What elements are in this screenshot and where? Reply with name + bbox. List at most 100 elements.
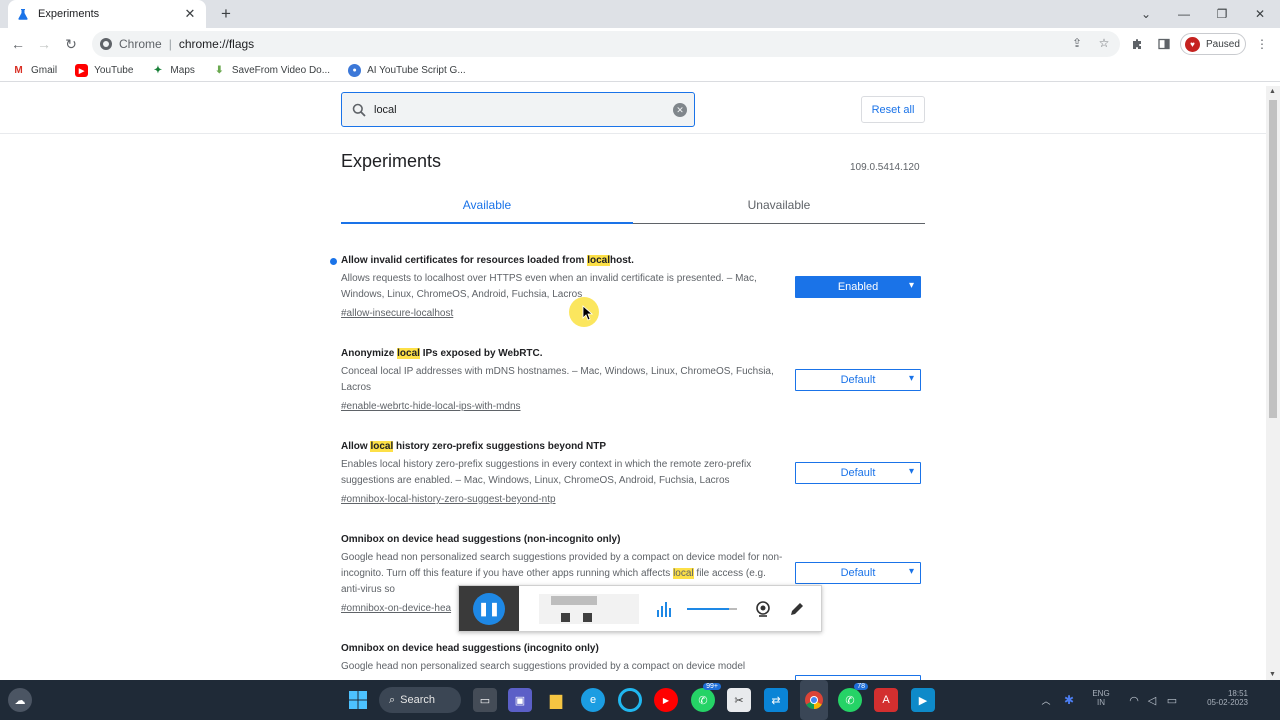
browser-toolbar: ← → ↻ Chrome | chrome://flags ⇪ ☆ ♥ Paus…	[0, 28, 1280, 60]
app-icon[interactable]: ⇄	[764, 688, 788, 712]
acrobat-icon[interactable]: A	[874, 688, 898, 712]
tab-search-icon[interactable]: ⌄	[1127, 0, 1165, 28]
omnibox-url: chrome://flags	[178, 37, 255, 51]
chevron-down-icon: ▾	[908, 373, 914, 384]
ai-script-icon: ●	[348, 64, 362, 77]
experiment-name: Anonymize local IPs exposed by WebRTC.	[341, 347, 925, 361]
restore-button[interactable]: ❐	[1203, 0, 1241, 28]
gmail-icon: M	[14, 65, 23, 76]
tab-unavailable[interactable]: Unavailable	[633, 194, 925, 224]
bookmark-ai-script[interactable]: ● AI YouTube Script G...	[348, 64, 466, 77]
close-tab-icon[interactable]: ✕	[182, 6, 198, 22]
battery-icon[interactable]: ▭	[1160, 688, 1184, 712]
pause-icon[interactable]: ❚❚	[473, 592, 505, 625]
experiment-description: Allows requests to localhost over HTTPS …	[341, 271, 786, 303]
chrome-site-icon	[100, 38, 112, 50]
pencil-icon[interactable]	[786, 598, 808, 620]
experiment-permalink[interactable]: #omnibox-local-history-zero-suggest-beyo…	[341, 494, 556, 505]
select-value: Default	[840, 374, 876, 386]
experiment-description-text: Allows requests to localhost over HTTPS …	[341, 273, 757, 300]
experiment-item: Omnibox on device head suggestions (inco…	[341, 642, 925, 680]
scrollbar-thumb[interactable]	[1269, 100, 1277, 418]
clear-search-icon[interactable]: ✕	[673, 103, 687, 117]
search-highlight: local	[673, 568, 694, 579]
tab-available[interactable]: Available	[341, 194, 633, 224]
cortana-icon[interactable]	[618, 688, 642, 712]
experiment-tabs: Available Unavailable	[341, 194, 925, 224]
tray-chevron-up-icon[interactable]: ︿	[1034, 688, 1058, 712]
weather-icon[interactable]: ☁	[8, 688, 32, 712]
taskbar-search-button[interactable]: ⌕ Search	[379, 687, 461, 713]
experiment-name-text: host.	[609, 255, 634, 266]
search-box[interactable]: ✕	[341, 92, 695, 127]
whatsapp-business-icon[interactable]: ✆ 78	[838, 683, 868, 712]
experiment-state-select[interactable]: Default ▾	[795, 462, 921, 484]
experiment-permalink[interactable]: #allow-insecure-localhost	[341, 308, 453, 319]
screen-recorder-app-icon[interactable]: ▶	[911, 688, 935, 712]
page-scrollbar[interactable]: ▲ ▼	[1266, 86, 1280, 680]
notification-badge: 99+	[703, 683, 721, 690]
chevron-down-icon: ▾	[908, 280, 914, 291]
share-icon[interactable]: ⇪	[1069, 35, 1085, 51]
bookmarks-bar: M Gmail ▶ YouTube ✦ Maps ⬇ SaveFrom Vide…	[0, 60, 1280, 82]
close-window-button[interactable]: ✕	[1241, 0, 1279, 28]
task-view-icon[interactable]: ▭	[473, 688, 497, 712]
search-input[interactable]	[374, 103, 664, 116]
side-panel-icon[interactable]	[1155, 35, 1173, 53]
savefrom-icon: ⬇	[215, 65, 224, 76]
flask-icon	[16, 7, 30, 21]
windows-start-icon[interactable]	[346, 688, 370, 712]
experiment-state-select[interactable]: Enabled ▾	[795, 276, 921, 298]
experiment-permalink[interactable]: #omnibox-on-device-hea	[341, 603, 451, 614]
experiment-name-text: Omnibox on device head suggestions (inco…	[341, 643, 599, 654]
mouse-pointer-icon	[582, 305, 594, 321]
menu-kebab-icon[interactable]: ⋮	[1253, 35, 1271, 53]
minimize-button[interactable]: —	[1165, 0, 1203, 28]
select-value: Default	[840, 467, 876, 479]
youtube-app-icon[interactable]: ▶	[654, 688, 678, 712]
tab-title: Experiments	[38, 8, 100, 20]
bookmark-maps[interactable]: ✦ Maps	[151, 64, 195, 77]
whatsapp-icon[interactable]: ✆ 99+	[691, 683, 721, 712]
search-icon	[350, 101, 368, 119]
experiment-item: Anonymize local IPs exposed by WebRTC. C…	[341, 347, 925, 414]
search-highlight: local	[587, 255, 610, 266]
webcam-icon[interactable]	[752, 598, 774, 620]
volume-slider[interactable]	[687, 598, 737, 620]
audio-level-icon[interactable]	[653, 598, 675, 620]
scroll-down-icon[interactable]: ▼	[1269, 671, 1276, 678]
scroll-up-icon[interactable]: ▲	[1269, 88, 1276, 95]
address-bar[interactable]: Chrome | chrome://flags	[92, 31, 1120, 57]
experiment-state-select[interactable]: Default ▾	[795, 562, 921, 584]
reset-all-button[interactable]: Reset all	[861, 96, 925, 123]
experiment-name-text: history zero-prefix suggestions beyond N…	[393, 441, 607, 452]
search-highlight: local	[397, 348, 420, 359]
experiment-state-select[interactable]: Default ▾	[795, 369, 921, 391]
bookmark-label: AI YouTube Script G...	[367, 65, 466, 76]
file-explorer-icon[interactable]: ▆	[544, 688, 568, 712]
bookmark-label: Gmail	[31, 65, 58, 76]
teams-icon[interactable]: ▣	[508, 688, 532, 712]
forward-arrow-icon[interactable]: →	[34, 34, 54, 54]
bookmark-star-icon[interactable]: ☆	[1096, 35, 1112, 51]
bluetooth-icon[interactable]: ✱	[1057, 688, 1081, 712]
chrome-icon[interactable]	[802, 688, 826, 712]
browser-tab[interactable]: Experiments ✕	[8, 0, 206, 28]
snipping-tool-icon[interactable]: ✂	[727, 688, 751, 712]
experiment-item: Allow invalid certificates for resources…	[330, 254, 925, 321]
bookmark-youtube[interactable]: ▶ YouTube	[75, 64, 133, 77]
back-arrow-icon[interactable]: ←	[8, 34, 28, 54]
bookmark-label: Maps	[170, 65, 195, 76]
bookmark-savefrom[interactable]: ⬇ SaveFrom Video Do...	[213, 64, 330, 77]
edge-icon[interactable]: e	[581, 688, 605, 712]
experiment-item: Allow local history zero-prefix suggesti…	[341, 440, 925, 507]
profile-paused-button[interactable]: ♥ Paused	[1180, 33, 1246, 55]
new-tab-button[interactable]: +	[216, 4, 236, 24]
tab-strip: Experiments ✕ + ⌄ — ❐ ✕	[0, 0, 1280, 28]
omnibox-separator: |	[168, 37, 172, 51]
reload-icon[interactable]: ↻	[61, 34, 81, 54]
experiment-name: Allow invalid certificates for resources…	[330, 254, 925, 268]
extensions-puzzle-icon[interactable]	[1128, 35, 1146, 53]
bookmark-gmail[interactable]: M Gmail	[12, 64, 57, 77]
experiment-permalink[interactable]: #enable-webrtc-hide-local-ips-with-mdns	[341, 401, 521, 412]
